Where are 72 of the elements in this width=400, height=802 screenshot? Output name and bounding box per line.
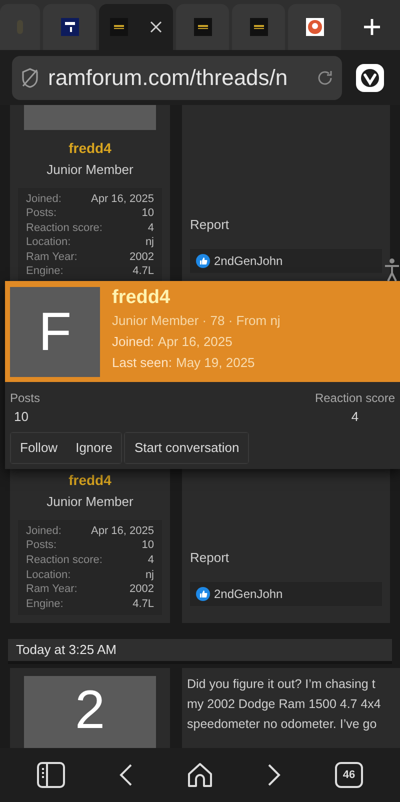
favicon-icon (250, 18, 268, 36)
stat-value: 10 (142, 206, 154, 221)
username-link[interactable]: fredd4 (10, 138, 170, 159)
close-icon[interactable] (150, 21, 162, 33)
stat-label: Ram Year: (26, 582, 78, 597)
report-link[interactable]: Report (190, 548, 382, 568)
stat-value: Apr 16, 2025 (91, 192, 154, 206)
stat-value: 10 (14, 408, 28, 426)
post-text-line: Did you figure it out? I’m chasing t (187, 676, 376, 693)
panel-icon[interactable] (37, 762, 65, 788)
address-bar[interactable]: ramforum.com/threads/n (12, 56, 342, 100)
report-link[interactable]: Report (190, 215, 382, 234)
reaction-username: 2ndGenJohn (214, 586, 283, 603)
favicon-icon (110, 18, 128, 36)
favicon-icon (194, 18, 212, 36)
user-title: Junior Member (46, 161, 134, 179)
avatar-letter: F (38, 305, 72, 359)
home-icon[interactable] (187, 762, 213, 788)
url-text: ramforum.com/threads/n (48, 64, 289, 92)
tab-count-button[interactable]: 46 (335, 762, 363, 788)
reaction-username: 2ndGenJohn (214, 252, 283, 270)
stat-label: Location: (26, 235, 71, 250)
favicon-icon (306, 18, 324, 36)
browser-tab[interactable] (99, 4, 173, 50)
stat-value: 2002 (130, 250, 154, 264)
user-subtitle: Junior Member · 78 · From nj (112, 312, 280, 330)
joined-date: Apr 16, 2025 (158, 333, 232, 351)
browser-tab[interactable] (288, 4, 341, 50)
stat-label: Reaction score: (26, 552, 102, 568)
new-tab-icon[interactable] (363, 18, 381, 36)
user-title: Junior Member (46, 493, 134, 512)
joined-label: Joined: (112, 333, 154, 351)
profile-action-button[interactable]: Start conversation (125, 432, 248, 462)
shield-icon (20, 66, 40, 88)
forward-icon[interactable] (267, 763, 281, 787)
stat-label: Reaction score: (26, 220, 102, 236)
post-text-line: speedometer no odometer. I’ve go (187, 716, 377, 733)
back-icon[interactable] (119, 763, 133, 787)
stat-label: Joined: (26, 192, 62, 206)
stat-value: 10 (142, 538, 154, 553)
stat-value: 4.7L (132, 596, 154, 612)
stat-label: Engine: (26, 596, 64, 612)
stat-value: 4 (148, 552, 154, 568)
last-seen-date: May 19, 2025 (176, 354, 255, 372)
browser-logo-icon[interactable] (356, 64, 384, 92)
reaction-bar[interactable]: 2ndGenJohn (190, 582, 382, 606)
stat-label: Location: (26, 568, 71, 582)
thumbs-up-icon (196, 586, 210, 601)
reaction-bar[interactable]: 2ndGenJohn (190, 248, 382, 272)
stat-label: Engine: (26, 264, 64, 280)
last-seen-label: Last seen: (112, 354, 172, 372)
stat-label: Posts: (26, 206, 57, 221)
username-link[interactable]: fredd4 (10, 470, 170, 492)
stat-label: Ram Year: (26, 250, 78, 264)
post-date: Today at 3:25 AM (16, 641, 116, 660)
favicon-icon (60, 18, 78, 36)
avatar-letter: 2 (74, 682, 106, 738)
stat-label: Posts: (26, 538, 57, 553)
stat-value: 4 (351, 408, 359, 426)
stat-label: Posts (10, 390, 40, 407)
stat-value: nj (145, 235, 154, 250)
stat-label: Joined: (26, 524, 62, 538)
stat-value: Apr 16, 2025 (91, 524, 154, 538)
thumbs-up-icon (196, 254, 210, 268)
stat-value: nj (145, 568, 154, 582)
stat-value: 4 (148, 220, 154, 236)
stat-label: Reaction score (314, 390, 395, 407)
stat-value: 2002 (130, 582, 154, 597)
stat-value: 4.7L (132, 264, 154, 280)
reload-icon[interactable] (316, 68, 334, 86)
accessibility-icon[interactable] (384, 258, 400, 282)
post-text-line: my 2002 Dodge Ram 1500 4.7 4x4 (187, 696, 381, 713)
